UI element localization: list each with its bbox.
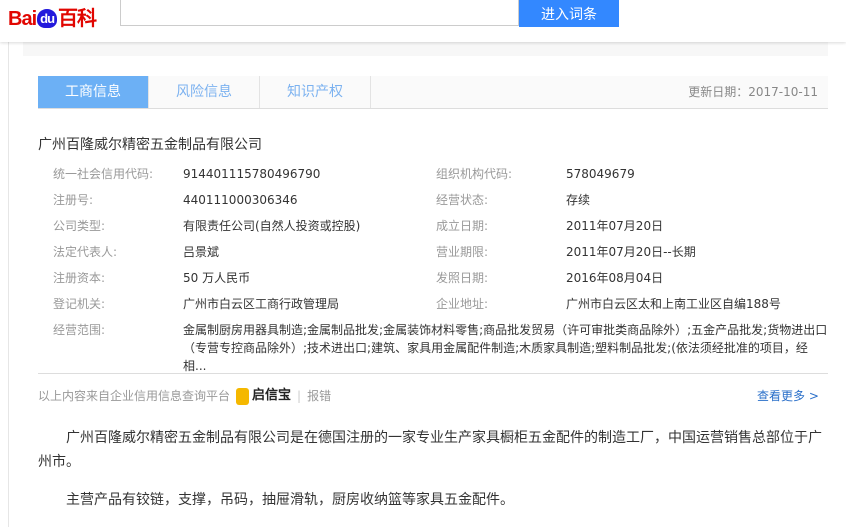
faded-strip <box>23 42 828 56</box>
divider <box>8 42 9 527</box>
field-value: 2011年07月20日 <box>566 219 664 233</box>
divider <box>38 373 828 374</box>
enter-entry-button[interactable]: 进入词条 <box>519 0 619 27</box>
field-label: 成立日期: <box>436 219 489 233</box>
source-line: 以上内容来自企业信用信息查询平台 启信宝 | 报错 <box>38 387 331 405</box>
field-value: 吕景斌 <box>183 245 220 259</box>
field-label: 营业期限: <box>436 245 489 259</box>
field-value: 2011年07月20日--长期 <box>566 245 696 259</box>
baidu-baike-logo[interactable]: Bai du 百科 <box>8 2 97 31</box>
separator: | <box>297 389 302 403</box>
company-name: 广州百隆威尔精密五金制品有限公司 <box>38 137 262 153</box>
field-value: 578049679 <box>566 167 635 181</box>
field-value: 广州市白云区工商行政管理局 <box>183 297 340 311</box>
report-error-link[interactable]: 报错 <box>307 387 331 405</box>
field-label: 组织机构代码: <box>436 167 513 181</box>
search-input[interactable] <box>120 0 519 26</box>
qixinbao-logo[interactable]: 启信宝 <box>236 387 291 405</box>
field-value: 有限责任公司(自然人投资或控股) <box>183 219 361 233</box>
field-label: 注册资本: <box>53 271 106 285</box>
field-label: 发照日期: <box>436 271 489 285</box>
update-date: 更新日期：2017-10-11 <box>688 85 818 99</box>
field-label: 统一社会信用代码: <box>53 167 154 181</box>
tab-risk-info[interactable]: 风险信息 <box>149 76 260 108</box>
field-label: 经营状态: <box>436 193 489 207</box>
field-label: 登记机关: <box>53 297 106 311</box>
source-text: 以上内容来自企业信用信息查询平台 <box>38 389 231 403</box>
scope-value: 金属制厨房用器具制造;金属制品批发;金属装饰材料零售;商品批发贸易（许可审批类商… <box>183 323 828 373</box>
field-value: 2016年08月04日 <box>566 271 664 285</box>
shield-icon <box>236 387 250 405</box>
field-label: 公司类型: <box>53 219 106 233</box>
view-more-link[interactable]: 查看更多 > <box>757 387 819 405</box>
tab-ip[interactable]: 知识产权 <box>260 76 371 108</box>
field-label: 注册号: <box>53 193 94 207</box>
field-value: 存续 <box>566 193 591 207</box>
paragraph: 主营产品有铰链，支撑，吊码，抽屉滑轨，厨房收纳篮等家具五金配件。 <box>66 492 514 508</box>
scope-label: 经营范围: <box>53 323 106 337</box>
field-value: 440111000306346 <box>183 193 298 207</box>
field-value: 50 万人民币 <box>183 271 251 285</box>
tab-bar: 工商信息 风险信息 知识产权 更新日期：2017-10-11 <box>38 76 828 109</box>
field-value: 914401115780496790 <box>183 167 321 181</box>
top-header: Bai du 百科 进入词条 <box>0 0 846 42</box>
field-value: 广州市白云区太和上南工业区自编188号 <box>566 297 781 311</box>
field-label: 法定代表人: <box>53 245 118 259</box>
field-label: 企业地址: <box>436 297 489 311</box>
tab-business-info[interactable]: 工商信息 <box>38 76 149 108</box>
paragraph: 广州百隆威尔精密五金制品有限公司是在德国注册的一家专业生产家具橱柜五金配件的制造… <box>38 430 822 470</box>
